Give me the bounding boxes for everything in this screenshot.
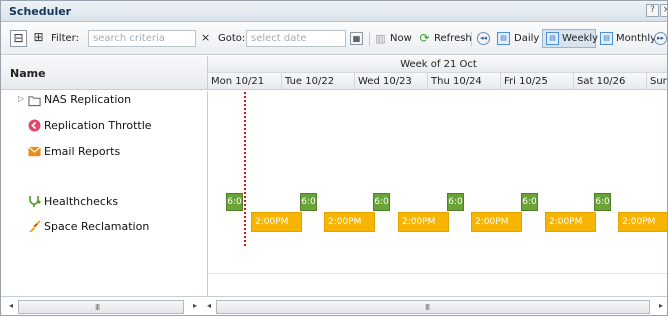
refresh-icon: ⟳ bbox=[419, 31, 430, 45]
list-item[interactable]: Email Reports bbox=[1, 143, 208, 161]
list-item[interactable]: Replication Throttle bbox=[1, 117, 208, 135]
list-item-label: Email Reports bbox=[44, 145, 121, 158]
filter-input[interactable] bbox=[88, 30, 196, 47]
day-header: Fri 10/25 bbox=[500, 73, 573, 90]
list-item[interactable]: Healthchecks bbox=[1, 193, 208, 211]
list-item[interactable]: ▷ NAS Replication bbox=[1, 91, 208, 109]
list-item-label: NAS Replication bbox=[44, 93, 132, 106]
name-header-label: Name bbox=[10, 67, 46, 80]
calendar-picker-icon[interactable]: ▦ bbox=[350, 32, 363, 45]
next-period-icon[interactable]: ▸▸ bbox=[654, 32, 667, 45]
goto-label: Goto: bbox=[218, 33, 246, 44]
daily-view-button[interactable]: Daily bbox=[514, 33, 539, 44]
healthcheck-event[interactable]: 6:0 bbox=[521, 193, 538, 211]
title-bar: Scheduler ? × bbox=[1, 1, 667, 22]
toolbar: ⊟ ⊞ Filter: × Goto: ▦ ▥ Now ⟳ Refresh ◂◂… bbox=[1, 23, 667, 55]
stethoscope-icon bbox=[29, 196, 41, 207]
throttle-icon bbox=[28, 119, 41, 132]
scroll-left-arrow[interactable]: ◂ bbox=[4, 300, 18, 314]
window-title: Scheduler bbox=[9, 5, 72, 18]
monthly-calendar-icon: ▤ bbox=[600, 32, 613, 45]
healthcheck-event[interactable]: 6:0 bbox=[300, 193, 317, 211]
daily-calendar-icon: ▤ bbox=[497, 32, 510, 45]
list-item-label: Healthchecks bbox=[44, 195, 119, 208]
scroll-grip: III bbox=[425, 303, 430, 312]
email-icon bbox=[28, 146, 41, 157]
previous-period-icon[interactable]: ◂◂ bbox=[477, 32, 490, 45]
weekly-calendar-icon: ▤ bbox=[546, 32, 559, 45]
healthcheck-event[interactable]: 6:0 bbox=[447, 193, 464, 211]
healthcheck-event[interactable]: 6:0 bbox=[373, 193, 390, 211]
toolbar-separator bbox=[369, 32, 370, 46]
reclamation-event[interactable]: 2:00PM bbox=[324, 212, 375, 232]
scroll-grip: III bbox=[95, 303, 100, 312]
name-column-header[interactable]: Name bbox=[1, 56, 208, 90]
collapse-all-button[interactable]: ⊟ bbox=[10, 30, 27, 47]
goto-date-input[interactable] bbox=[246, 30, 346, 47]
day-header: Mon 10/21 bbox=[211, 76, 265, 87]
horizontal-scrollbars: ◂ III ▸ ◂ III ▸ bbox=[1, 296, 667, 315]
scheduler-window: Scheduler ? × ⊟ ⊞ Filter: × Goto: ▦ ▥ No… bbox=[0, 0, 668, 316]
filter-label: Filter: bbox=[51, 33, 79, 44]
day-header: Wed 10/23 bbox=[354, 73, 427, 90]
expand-all-button[interactable]: ⊞ bbox=[30, 30, 47, 47]
folder-icon bbox=[28, 96, 41, 107]
help-button[interactable]: ? bbox=[646, 4, 659, 17]
week-header: Week of 21 Oct bbox=[208, 56, 667, 73]
now-button[interactable]: Now bbox=[390, 33, 412, 44]
close-button[interactable]: × bbox=[660, 4, 667, 17]
reclamation-event[interactable]: 2:00PM bbox=[471, 212, 522, 232]
timeline-scroll-thumb[interactable]: III bbox=[216, 300, 650, 314]
reclamation-event[interactable]: 2:00PM bbox=[398, 212, 449, 232]
scroll-left-arrow[interactable]: ◂ bbox=[202, 300, 216, 314]
refresh-button[interactable]: Refresh bbox=[434, 33, 472, 44]
now-icon: ▥ bbox=[375, 32, 386, 45]
list-item-label: Space Reclamation bbox=[44, 220, 150, 233]
healthcheck-event[interactable]: 6:0 bbox=[594, 193, 611, 211]
broom-icon bbox=[29, 220, 41, 232]
current-time-line bbox=[244, 92, 246, 246]
reclamation-event[interactable]: 2:00PM bbox=[618, 212, 667, 232]
weekly-view-label: Weekly bbox=[562, 33, 599, 44]
day-header: Sat 10/26 bbox=[573, 73, 646, 90]
healthcheck-event[interactable]: 6:0 bbox=[226, 193, 243, 211]
list-item[interactable]: Space Reclamation bbox=[1, 218, 208, 236]
reclamation-event[interactable]: 2:00PM bbox=[545, 212, 596, 232]
expand-arrow-icon[interactable]: ▷ bbox=[18, 94, 24, 103]
task-name-list: ▷ NAS Replication Replication Throttle E… bbox=[1, 91, 208, 296]
monthly-view-button[interactable]: Monthly bbox=[616, 33, 656, 44]
list-item-label: Replication Throttle bbox=[44, 119, 152, 132]
day-header: Thu 10/24 bbox=[427, 73, 500, 90]
day-header: Sun bbox=[646, 73, 667, 90]
day-header: Tue 10/22 bbox=[281, 73, 354, 90]
reclamation-event[interactable]: 2:00PM bbox=[251, 212, 302, 232]
scroll-right-arrow[interactable]: ▸ bbox=[654, 300, 667, 314]
clear-filter-icon[interactable]: × bbox=[201, 31, 210, 44]
names-scroll-thumb[interactable]: III bbox=[18, 300, 184, 314]
scroll-right-arrow[interactable]: ▸ bbox=[188, 300, 202, 314]
day-header-row: Mon 10/21 Tue 10/22 Wed 10/23 Thu 10/24 … bbox=[208, 73, 667, 90]
timeline-divider bbox=[208, 273, 667, 274]
toolbar-separator bbox=[471, 32, 472, 46]
